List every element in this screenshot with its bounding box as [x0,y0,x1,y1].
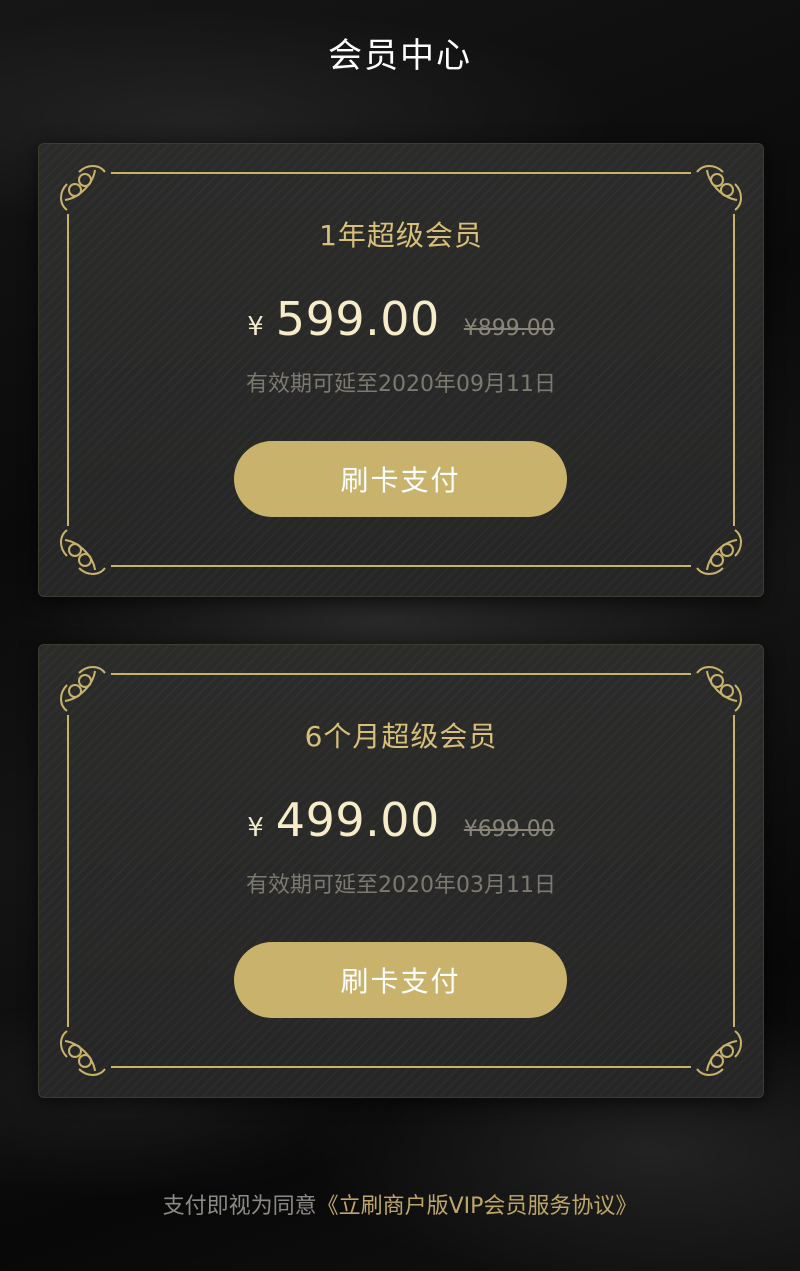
corner-flourish-top-left-icon [60,165,106,211]
corner-flourish-top-right-icon [696,165,742,211]
plan-price: 599.00 [275,292,440,346]
card-pay-button[interactable]: 刷卡支付 [234,942,567,1018]
plan-name: 1年超级会员 [319,219,483,252]
validity-text: 有效期可延至2020年03月11日 [246,873,556,898]
plan-card-6-months: 6个月超级会员 ¥ 499.00 ¥699.00 有效期可延至2020年03月1… [38,644,764,1098]
original-price: ¥899.00 [463,316,555,341]
agreement-prefix: 支付即视为同意 [162,1194,317,1219]
corner-flourish-top-right-icon [696,666,742,712]
corner-flourish-bottom-left-icon [60,529,106,575]
plan-card-1-year: 1年超级会员 ¥ 599.00 ¥899.00 有效期可延至2020年09月11… [38,143,764,597]
corner-flourish-bottom-right-icon [696,529,742,575]
agreement-notice: 支付即视为同意《立刷商户版VIP会员服务协议》 [0,1188,800,1220]
currency-symbol: ¥ [247,813,264,843]
plan-name: 6个月超级会员 [304,720,498,753]
page-title: 会员中心 [328,36,472,76]
price-row: ¥ 599.00 ¥899.00 [39,292,763,352]
currency-symbol: ¥ [247,312,264,342]
validity-text: 有效期可延至2020年09月11日 [246,372,556,397]
price-row: ¥ 499.00 ¥699.00 [39,793,763,853]
card-pay-button[interactable]: 刷卡支付 [234,441,567,517]
corner-flourish-top-left-icon [60,666,106,712]
plan-price: 499.00 [275,793,440,847]
original-price: ¥699.00 [463,817,555,842]
agreement-link[interactable]: 《立刷商户版VIP会员服务协议》 [317,1194,638,1219]
corner-flourish-bottom-right-icon [696,1030,742,1076]
corner-flourish-bottom-left-icon [60,1030,106,1076]
